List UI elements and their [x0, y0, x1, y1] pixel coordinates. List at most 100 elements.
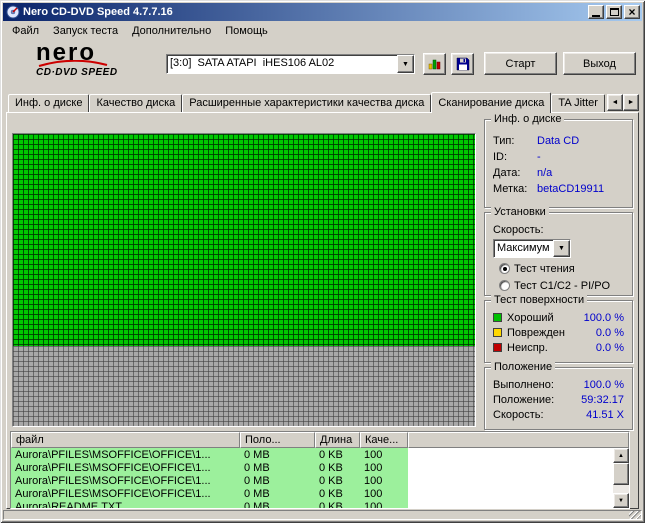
- options-button[interactable]: [423, 53, 446, 75]
- file-list-scrollbar[interactable]: ▲ ▼: [613, 448, 629, 508]
- file-list: файл Поло... Длина Каче... Aurora\PFILES…: [10, 431, 630, 509]
- field-label: Выполнено:: [493, 378, 554, 391]
- scan-good-region: [13, 134, 475, 346]
- cell-quality: 100: [364, 448, 383, 461]
- app-icon: [6, 5, 20, 19]
- radio-read-test[interactable]: Тест чтения: [499, 262, 632, 275]
- scrollbar-thumb[interactable]: [613, 463, 629, 485]
- cell-length: 0 KB: [319, 448, 343, 461]
- cell-file: Aurora\PFILES\MSOFFICE\OFFICE\1...: [15, 487, 211, 500]
- cell-file: Aurora\PFILES\MSOFFICE\OFFICE\1...: [15, 474, 211, 487]
- cell-quality: 100: [364, 461, 383, 474]
- cell-length: 0 KB: [319, 461, 343, 474]
- column-header-file[interactable]: файл: [11, 432, 240, 448]
- scroll-down-icon[interactable]: ▼: [613, 493, 629, 508]
- field-value: betaCD19911: [537, 183, 605, 195]
- scroll-up-icon[interactable]: ▲: [613, 448, 629, 463]
- column-header-quality[interactable]: Каче...: [360, 432, 408, 448]
- menubar: Файл Запуск теста Дополнительно Помощь: [3, 21, 642, 40]
- tab-disc-info[interactable]: Инф. о диске: [8, 94, 90, 112]
- tab-disc-quality[interactable]: Качество диска: [89, 94, 183, 112]
- table-row[interactable]: Aurora\README.TXT 0 MB 0 KB 100: [11, 500, 408, 508]
- cell-position: 0 MB: [244, 474, 270, 487]
- radio-unselected-icon: [499, 280, 510, 291]
- group-title: Тест поверхности: [491, 294, 588, 307]
- field-label: Дата:: [493, 167, 521, 179]
- menu-item-extra[interactable]: Дополнительно: [125, 23, 218, 39]
- file-list-body: Aurora\PFILES\MSOFFICE\OFFICE\1... 0 MB …: [11, 448, 629, 508]
- status-bar: [3, 510, 642, 520]
- cell-length: 0 KB: [319, 500, 343, 509]
- save-button[interactable]: [451, 53, 474, 75]
- disc-info-row: ID: -: [485, 149, 632, 165]
- column-header-length[interactable]: Длина: [315, 432, 360, 448]
- menu-item-file[interactable]: Файл: [5, 23, 46, 39]
- tab-scroll-right-button[interactable]: ►: [623, 94, 639, 111]
- tab-advanced-quality[interactable]: Расширенные характеристики качества диск…: [182, 94, 432, 112]
- legend-value: 0.0 %: [595, 341, 624, 354]
- tab-scroll-left-button[interactable]: ◄: [607, 94, 623, 111]
- table-row[interactable]: Aurora\PFILES\MSOFFICE\OFFICE\1... 0 MB …: [11, 487, 408, 500]
- radio-label: Тест чтения: [514, 262, 575, 275]
- speed-label: Скорость:: [493, 224, 544, 236]
- legend-row-unreadable: Неиспр. 0.0 %: [485, 340, 632, 355]
- unreadable-color-swatch: [493, 343, 502, 352]
- position-row-speed: Скорость: 41.51 X: [485, 407, 632, 422]
- save-icon: [456, 57, 469, 71]
- scrollbar-track[interactable]: [613, 485, 629, 493]
- field-label: Метка:: [493, 183, 528, 195]
- menu-item-help[interactable]: Помощь: [218, 23, 275, 39]
- maximize-button[interactable]: [606, 5, 622, 19]
- minimize-icon: [592, 14, 600, 17]
- cell-position: 0 MB: [244, 448, 270, 461]
- cell-quality: 100: [364, 474, 383, 487]
- disc-info-row: Тип: Data CD: [485, 133, 632, 149]
- tab-scroll-buttons: ◄ ►: [607, 94, 639, 111]
- table-row[interactable]: Aurora\PFILES\MSOFFICE\OFFICE\1... 0 MB …: [11, 474, 408, 487]
- tab-scan-disc[interactable]: Сканирование диска: [431, 92, 552, 113]
- close-button[interactable]: ×: [624, 5, 640, 19]
- app-window: Nero CD-DVD Speed 4.7.7.16 × Файл Запуск…: [0, 0, 645, 523]
- cell-quality: 100: [364, 487, 383, 500]
- disc-info-group: Инф. о диске Тип: Data CD ID: - Дата: n/…: [484, 113, 633, 208]
- tab-ta-jitter[interactable]: TA Jitter: [551, 94, 605, 112]
- resize-grip[interactable]: [629, 511, 641, 519]
- cell-quality: 100: [364, 500, 383, 509]
- table-row[interactable]: Aurora\PFILES\MSOFFICE\OFFICE\1... 0 MB …: [11, 448, 408, 461]
- field-value: -: [537, 151, 541, 163]
- exit-button[interactable]: Выход: [563, 52, 636, 75]
- good-color-swatch: [493, 313, 502, 322]
- start-button[interactable]: Старт: [484, 52, 557, 75]
- group-title: Положение: [491, 361, 556, 374]
- scan-surface-grid: [12, 133, 476, 427]
- column-header-position[interactable]: Поло...: [240, 432, 315, 448]
- minimize-button[interactable]: [588, 5, 604, 19]
- table-row[interactable]: Aurora\PFILES\MSOFFICE\OFFICE\1... 0 MB …: [11, 461, 408, 474]
- drive-selector[interactable]: [3:0] SATA ATAPI iHES106 AL02 ▼: [166, 54, 415, 74]
- titlebar: Nero CD-DVD Speed 4.7.7.16 ×: [3, 3, 642, 21]
- legend-label: Хороший: [507, 311, 554, 324]
- radio-c1c2-test[interactable]: Тест C1/C2 - PI/PO: [499, 279, 632, 292]
- menu-item-run-test[interactable]: Запуск теста: [46, 23, 125, 39]
- field-value: Data CD: [537, 135, 580, 147]
- disc-info-row: Метка: betaCD19911: [485, 181, 632, 197]
- field-value: n/a: [537, 167, 553, 179]
- legend-value: 100.0 %: [583, 311, 624, 324]
- cell-file: Aurora\PFILES\MSOFFICE\OFFICE\1...: [15, 448, 211, 461]
- dropdown-arrow-icon[interactable]: ▼: [553, 240, 570, 257]
- close-icon: ×: [628, 5, 636, 19]
- file-list-header: файл Поло... Длина Каче...: [11, 432, 629, 448]
- drive-selector-value: [3:0] SATA ATAPI iHES106 AL02: [170, 57, 335, 69]
- field-label: Скорость:: [493, 408, 544, 421]
- position-row-done: Выполнено: 100.0 %: [485, 377, 632, 392]
- damaged-color-swatch: [493, 328, 502, 337]
- file-rows-viewport: Aurora\PFILES\MSOFFICE\OFFICE\1... 0 MB …: [11, 448, 613, 508]
- cell-length: 0 KB: [319, 487, 343, 500]
- speed-selector[interactable]: Максимум ▼: [493, 239, 571, 258]
- dropdown-arrow-icon[interactable]: ▼: [397, 55, 414, 73]
- column-header-filler: [408, 432, 629, 448]
- tab-strip: Инф. о диске Качество диска Расширенные …: [8, 91, 639, 113]
- window-controls: ×: [588, 5, 640, 19]
- field-label: Положение:: [493, 393, 555, 406]
- settings-group: Установки Скорость: Максимум ▼ Тест чтен…: [484, 206, 633, 296]
